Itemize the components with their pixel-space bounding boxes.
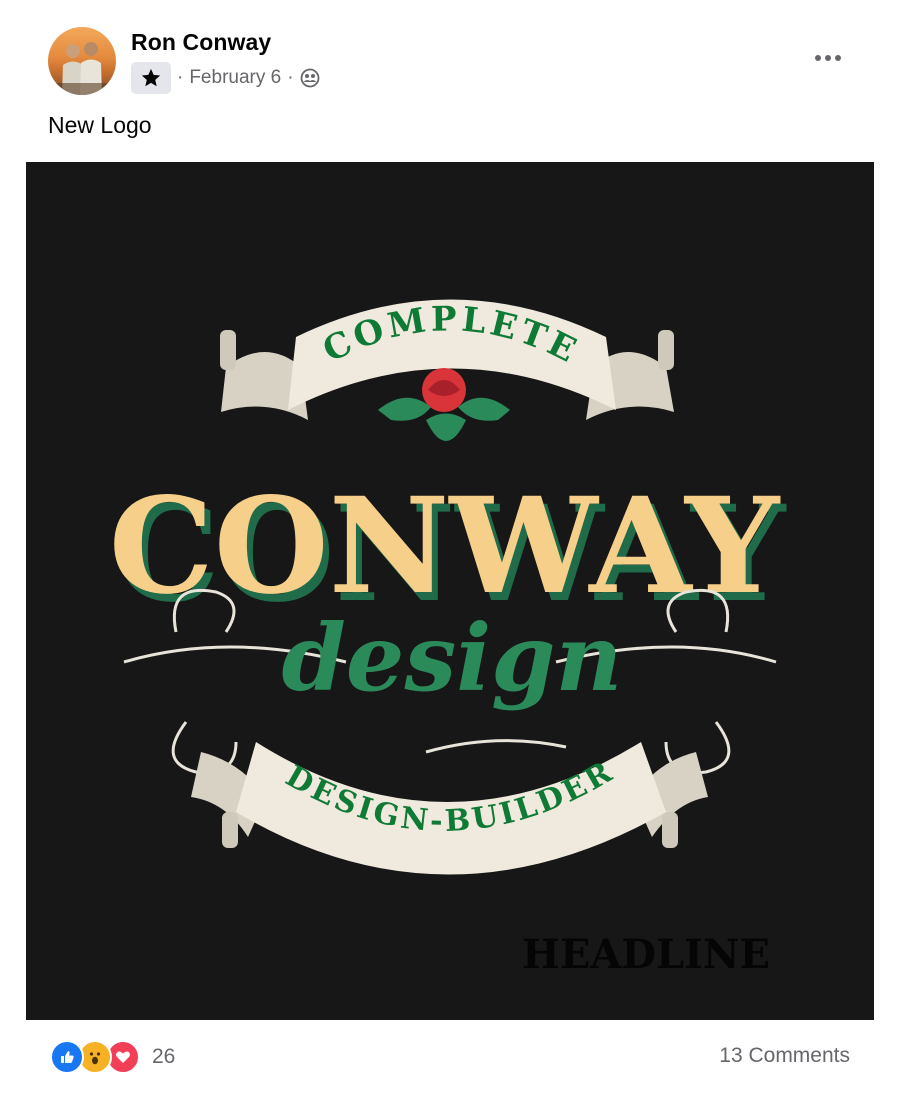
author-avatar[interactable]	[48, 27, 116, 95]
author-name[interactable]: Ron Conway	[131, 29, 271, 56]
like-icon	[50, 1040, 84, 1074]
comments-count-link[interactable]: 13 Comments	[719, 1044, 850, 1068]
post-image[interactable]: COMPLETE CONWAY CONWAY design DESIGN-BUI…	[26, 162, 874, 1020]
post-date[interactable]: February 6	[189, 67, 281, 89]
friends-icon[interactable]	[300, 68, 320, 88]
meta-separator: ·	[287, 67, 294, 88]
meta-separator: ·	[177, 67, 184, 88]
reactions-summary[interactable]: 26	[50, 1040, 175, 1074]
facebook-post: Ron Conway · February 6 · New Logo COMPL…	[0, 0, 900, 1100]
reaction-count[interactable]: 26	[152, 1045, 175, 1069]
star-icon[interactable]	[131, 62, 171, 94]
post-meta: · February 6 ·	[131, 62, 320, 94]
watermark-text: HEADLINE	[522, 931, 770, 978]
logo-title: CONWAY	[109, 469, 781, 624]
logo-subtitle: design	[282, 604, 623, 712]
post-text: New Logo	[48, 112, 152, 138]
more-dots-icon[interactable]	[808, 40, 848, 76]
